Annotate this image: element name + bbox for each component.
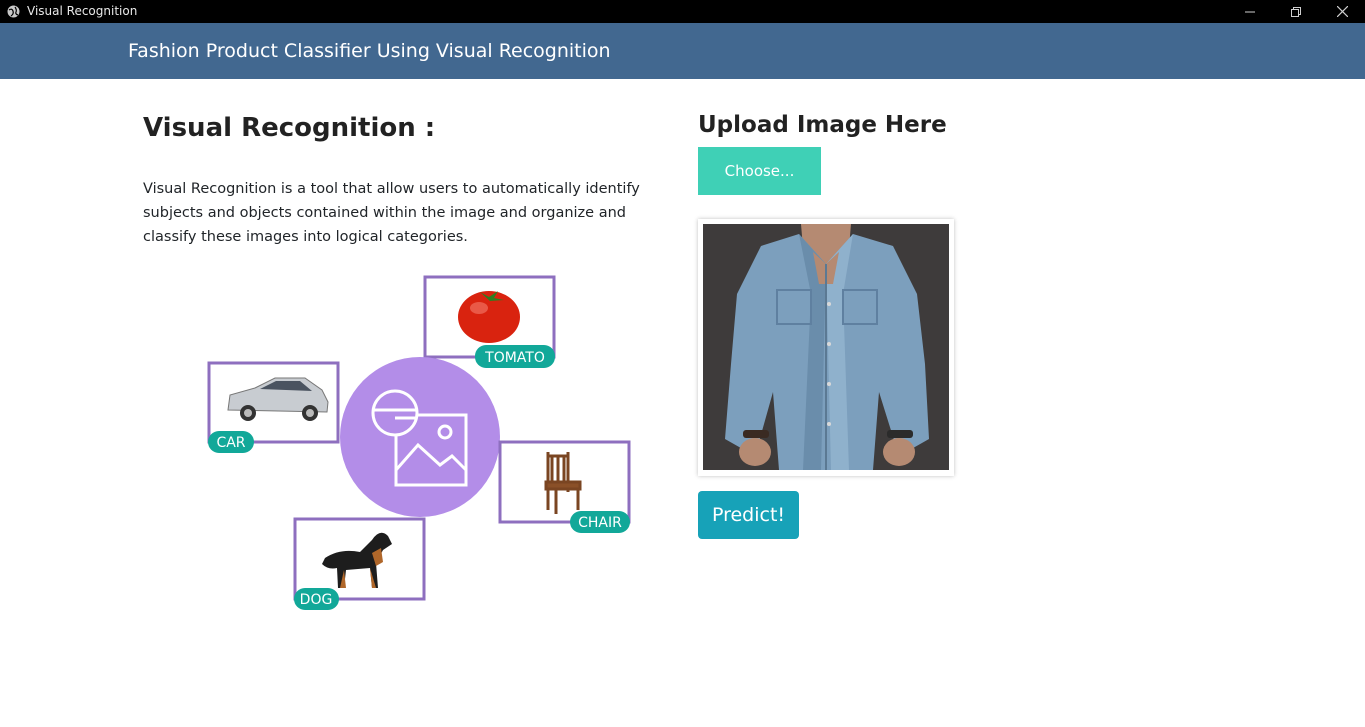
restore-icon <box>1291 6 1301 17</box>
tomato-label: TOMATO <box>484 350 545 366</box>
visual-recognition-illustration: TOMATO CAR CHAIR DOG <box>207 275 631 610</box>
globe-icon <box>7 5 20 18</box>
window-titlebar: Visual Recognition <box>0 0 1365 23</box>
dog-label: DOG <box>300 592 333 608</box>
predict-button[interactable]: Predict! <box>698 491 799 539</box>
upload-heading: Upload Image Here <box>698 112 947 138</box>
dog-card: DOG <box>293 517 426 610</box>
tomato-card: TOMATO <box>423 275 556 368</box>
car-label: CAR <box>216 435 245 451</box>
choose-file-button[interactable]: Choose... <box>698 147 821 195</box>
chair-card: CHAIR <box>498 440 631 533</box>
denim-shirt-photo <box>703 224 949 470</box>
close-icon <box>1336 6 1348 17</box>
window-title: Visual Recognition <box>27 4 138 18</box>
intro-heading: Visual Recognition : <box>143 113 436 143</box>
navbar-brand[interactable]: Fashion Product Classifier Using Visual … <box>128 40 611 62</box>
car-card: CAR <box>207 361 340 453</box>
chair-label: CHAIR <box>578 515 622 531</box>
minimize-button[interactable] <box>1227 0 1273 23</box>
intro-description: Visual Recognition is a tool that allow … <box>143 181 640 245</box>
navbar: Fashion Product Classifier Using Visual … <box>0 23 1365 79</box>
tomato-image <box>458 291 520 343</box>
minimize-icon <box>1245 11 1255 12</box>
restore-button[interactable] <box>1273 0 1319 23</box>
image-preview <box>698 219 954 476</box>
close-button[interactable] <box>1319 0 1365 23</box>
image-recognition-icon <box>340 357 500 517</box>
